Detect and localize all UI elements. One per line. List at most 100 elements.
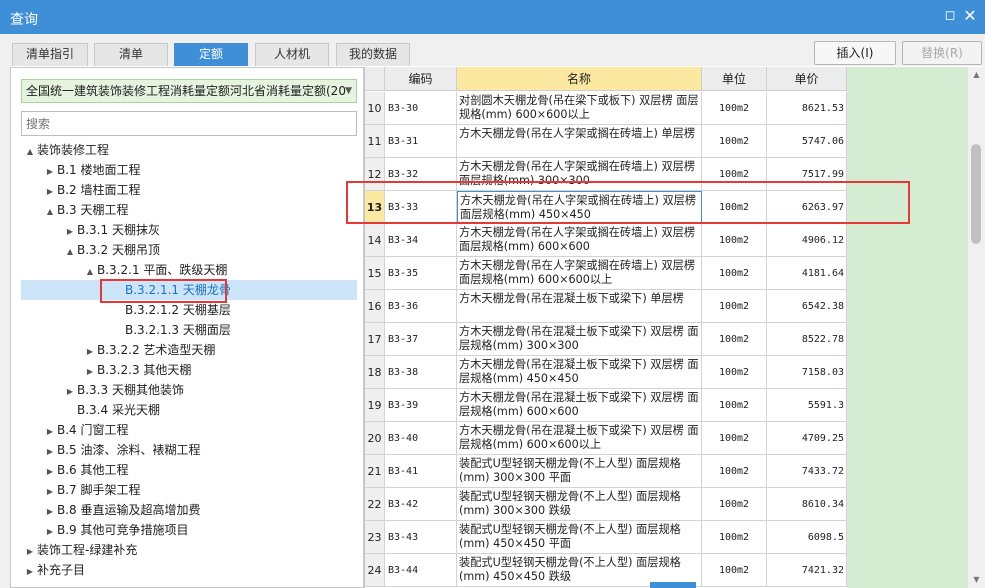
- expand-toggle-icon[interactable]: ▶: [43, 182, 57, 202]
- code-cell: B3-34: [385, 224, 457, 257]
- tab-my-data[interactable]: 我的数据: [336, 43, 410, 66]
- expand-toggle-icon[interactable]: ▶: [43, 502, 57, 522]
- close-icon[interactable]: ✕: [962, 8, 978, 24]
- code-cell: B3-42: [385, 488, 457, 521]
- tab-bar: 清单指引 清单 定额 人材机 我的数据 插入(I) 替换(R): [0, 34, 985, 66]
- expand-toggle-icon[interactable]: ▲: [23, 142, 37, 162]
- table-row[interactable]: 11 B3-31 方木天棚龙骨(吊在人字架或搁在砖墙上) 单层楞 100m2 5747.…: [365, 125, 847, 158]
- tree-node[interactable]: B.3.2.1.3 天棚面层: [111, 320, 231, 340]
- expand-toggle-icon[interactable]: ▲: [83, 262, 97, 282]
- table-row[interactable]: 10 B3-30 对剖圆木天棚龙骨(吊在梁下或板下) 双层楞 面层规格(mm) 60…: [365, 92, 847, 125]
- tree-node[interactable]: ▲ B.3.2 天棚吊顶: [63, 240, 160, 260]
- unit-cell: 100m2: [702, 455, 767, 488]
- scroll-thumb[interactable]: [971, 144, 981, 244]
- tree-node[interactable]: ▶ B.3.2.2 艺术造型天棚: [83, 340, 215, 360]
- name-cell: 方木天棚龙骨(吊在人字架或搁在砖墙上) 双层楞 面层规格(mm) 600×600…: [457, 257, 702, 290]
- expand-toggle-icon[interactable]: ▶: [23, 562, 37, 582]
- row-number: 21: [365, 455, 385, 488]
- header-code[interactable]: 编码: [385, 67, 457, 91]
- expand-toggle-icon[interactable]: ▶: [23, 542, 37, 562]
- name-cell: 方木天棚龙骨(吊在人字架或搁在砖墙上) 双层楞 面层规格(mm) 600×600: [457, 224, 702, 257]
- tree-node[interactable]: ▶ 补充子目: [23, 560, 85, 580]
- unit-cell: 100m2: [702, 323, 767, 356]
- tree-node[interactable]: ▶ 装饰工程-绿建补充: [23, 540, 137, 560]
- name-cell: 方木天棚龙骨(吊在混凝土板下或梁下) 双层楞 面层规格(mm) 600×600以…: [457, 422, 702, 455]
- tree-node[interactable]: B.3.4 采光天棚: [63, 400, 160, 420]
- search-input[interactable]: [21, 111, 357, 136]
- name-cell: 方木天棚龙骨(吊在人字架或搁在砖墙上) 单层楞: [457, 125, 702, 158]
- horizontal-scroll-indicator[interactable]: [650, 582, 696, 588]
- tree-node[interactable]: ▲ B.3.2.1 平面、跌级天棚: [83, 260, 227, 280]
- table-row[interactable]: 15 B3-35 方木天棚龙骨(吊在人字架或搁在砖墙上) 双层楞 面层规格(mm) …: [365, 257, 847, 290]
- table-row[interactable]: 17 B3-37 方木天棚龙骨(吊在混凝土板下或梁下) 双层楞 面层规格(mm) 3…: [365, 323, 847, 356]
- library-select[interactable]: 全国统一建筑装饰装修工程消耗量定额河北省消耗量定额(20 ▼: [21, 79, 357, 103]
- left-panel: 全国统一建筑装饰装修工程消耗量定额河北省消耗量定额(20 ▼ ▲装饰装修工程 ▶…: [10, 67, 364, 588]
- name-cell: 方木天棚龙骨(吊在混凝土板下或梁下) 单层楞: [457, 290, 702, 323]
- tree-node[interactable]: ▲ 装饰装修工程: [23, 140, 109, 160]
- vertical-scrollbar[interactable]: ▲ ▼: [968, 67, 985, 588]
- header-name[interactable]: 名称: [457, 67, 702, 91]
- tree-node[interactable]: ▶ B.2 墙柱面工程: [43, 180, 141, 200]
- expand-toggle-icon[interactable]: ▶: [43, 482, 57, 502]
- expand-toggle-icon[interactable]: ▶: [43, 162, 57, 182]
- window-title: 查询: [10, 12, 38, 28]
- unit-cell: 100m2: [702, 488, 767, 521]
- table-row[interactable]: 16 B3-36 方木天棚龙骨(吊在混凝土板下或梁下) 单层楞 100m2 6542.3…: [365, 290, 847, 323]
- expand-toggle-icon[interactable]: ▶: [43, 422, 57, 442]
- table-row[interactable]: 19 B3-39 方木天棚龙骨(吊在混凝土板下或梁下) 双层楞 面层规格(mm) 6…: [365, 389, 847, 422]
- table-row[interactable]: 20 B3-40 方木天棚龙骨(吊在混凝土板下或梁下) 双层楞 面层规格(mm) 6…: [365, 422, 847, 455]
- highlight-box-row: [346, 181, 910, 224]
- tree-node[interactable]: B.3.2.1.2 天棚基层: [111, 300, 231, 320]
- expand-toggle-icon[interactable]: ▶: [63, 382, 77, 402]
- left-margin: [0, 66, 10, 588]
- tree-node[interactable]: ▶ B.3.3 天棚其他装饰: [63, 380, 184, 400]
- table-row[interactable]: 18 B3-38 方木天棚龙骨(吊在混凝土板下或梁下) 双层楞 面层规格(mm) 4…: [365, 356, 847, 389]
- price-cell: 8610.34: [767, 488, 847, 521]
- expand-toggle-icon[interactable]: ▶: [43, 462, 57, 482]
- code-cell: B3-40: [385, 422, 457, 455]
- header-price[interactable]: 单价: [767, 67, 847, 91]
- table-row[interactable]: 21 B3-41 装配式U型轻钢天棚龙骨(不上人型) 面层规格(mm) 300×30…: [365, 455, 847, 488]
- expand-toggle-icon[interactable]: ▶: [83, 362, 97, 382]
- unit-cell: 100m2: [702, 389, 767, 422]
- replace-button[interactable]: 替换(R): [902, 41, 982, 65]
- table-row[interactable]: 24 B3-44 装配式U型轻钢天棚龙骨(不上人型) 面层规格(mm) 450×45…: [365, 554, 847, 587]
- tree-node[interactable]: ▶ B.1 楼地面工程: [43, 160, 141, 180]
- tree-node[interactable]: ▲ B.3 天棚工程: [43, 200, 129, 220]
- tree-node[interactable]: ▶ B.3.1 天棚抹灰: [63, 220, 160, 240]
- code-cell: B3-30: [385, 92, 457, 125]
- tab-list[interactable]: 清单: [94, 43, 168, 66]
- expand-toggle-icon[interactable]: ▶: [43, 522, 57, 542]
- tree-node[interactable]: ▶ B.8 垂直运输及超高增加费: [43, 500, 201, 520]
- expand-toggle-icon[interactable]: ▲: [43, 202, 57, 222]
- tree-node[interactable]: ▶ B.4 门窗工程: [43, 420, 129, 440]
- scroll-up-icon[interactable]: ▲: [968, 67, 985, 83]
- expand-toggle-icon[interactable]: ▶: [43, 442, 57, 462]
- name-cell: 对剖圆木天棚龙骨(吊在梁下或板下) 双层楞 面层规格(mm) 600×600以上: [457, 92, 702, 125]
- table-row[interactable]: 22 B3-42 装配式U型轻钢天棚龙骨(不上人型) 面层规格(mm) 300×30…: [365, 488, 847, 521]
- insert-button[interactable]: 插入(I): [814, 41, 896, 65]
- tab-labor-material[interactable]: 人材机: [255, 43, 329, 66]
- expand-toggle-icon[interactable]: ▲: [63, 242, 77, 262]
- tree-node[interactable]: ▶ B.3.2.3 其他天棚: [83, 360, 191, 380]
- tab-list-guide[interactable]: 清单指引: [12, 43, 88, 66]
- name-cell: 方木天棚龙骨(吊在混凝土板下或梁下) 双层楞 面层规格(mm) 600×600: [457, 389, 702, 422]
- code-cell: B3-44: [385, 554, 457, 587]
- tree-node[interactable]: ▶ B.7 脚手架工程: [43, 480, 141, 500]
- expand-toggle-icon[interactable]: ▶: [63, 222, 77, 242]
- maximize-icon[interactable]: ◻: [942, 8, 958, 24]
- tree-node[interactable]: ▶ B.6 其他工程: [43, 460, 129, 480]
- price-cell: 7421.32: [767, 554, 847, 587]
- tree-node[interactable]: ▶ B.5 油漆、涂料、裱糊工程: [43, 440, 201, 460]
- tab-quota[interactable]: 定额: [174, 43, 248, 66]
- price-cell: 5591.3: [767, 389, 847, 422]
- price-cell: 4181.64: [767, 257, 847, 290]
- table-row[interactable]: 14 B3-34 方木天棚龙骨(吊在人字架或搁在砖墙上) 双层楞 面层规格(mm) …: [365, 224, 847, 257]
- price-cell: 4709.25: [767, 422, 847, 455]
- price-cell: 4906.12: [767, 224, 847, 257]
- header-unit[interactable]: 单位: [702, 67, 767, 91]
- scroll-down-icon[interactable]: ▼: [968, 572, 985, 588]
- tree-node[interactable]: ▶ B.9 其他可竞争措施项目: [43, 520, 189, 540]
- table-row[interactable]: 23 B3-43 装配式U型轻钢天棚龙骨(不上人型) 面层规格(mm) 450×45…: [365, 521, 847, 554]
- expand-toggle-icon[interactable]: ▶: [83, 342, 97, 362]
